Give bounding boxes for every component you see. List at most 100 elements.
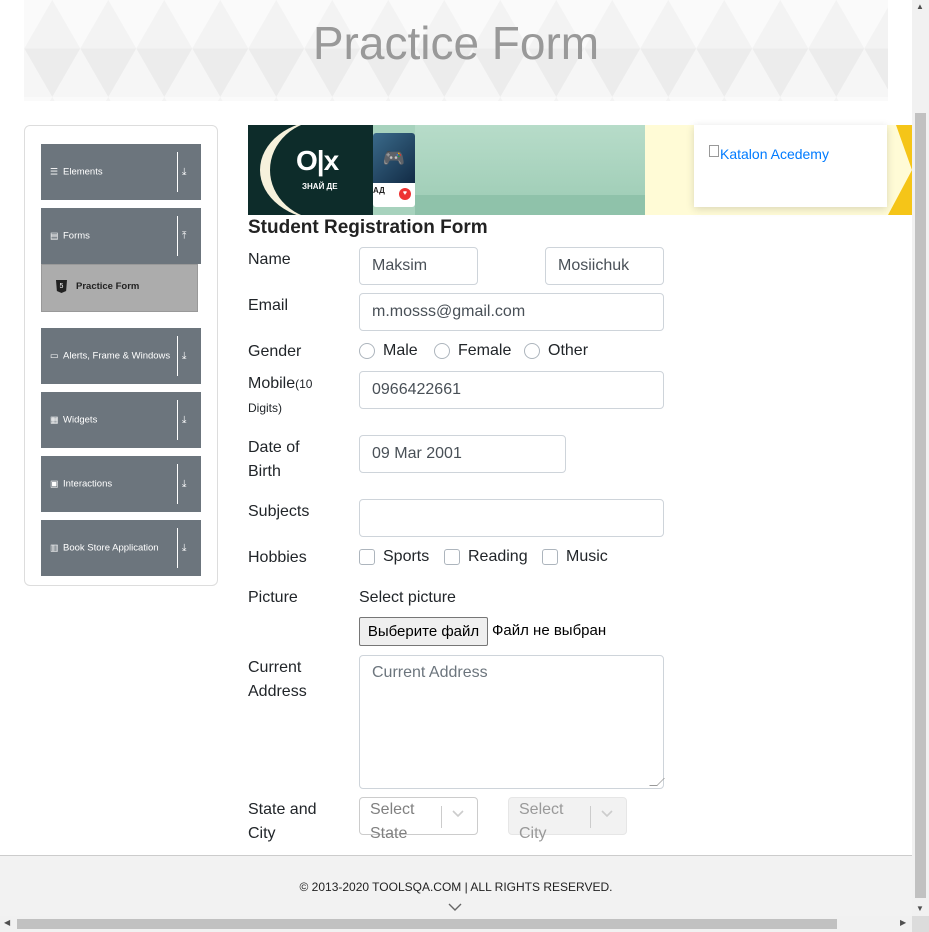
vertical-scroll-thumb[interactable] [915, 113, 926, 898]
resize-grip-icon[interactable] [649, 778, 665, 786]
expand-down-icon: ⤓ [182, 166, 187, 178]
heart-icon: ♥ [399, 188, 411, 200]
divider [177, 464, 178, 504]
ad-room-image [415, 125, 645, 215]
ad-product-card: 🎮 АД ♥ [373, 133, 415, 207]
grid-icon: ▦ [50, 414, 59, 425]
mobile-input[interactable]: 0966422661 [359, 371, 664, 409]
expand-down-icon: ⤓ [182, 414, 187, 426]
gender-other-label[interactable]: Other [548, 341, 588, 361]
vertical-scrollbar[interactable]: ▲ ▼ [912, 0, 929, 916]
sidebar-item-label: Practice Form [76, 281, 140, 292]
sidebar-group-label: Widgets [63, 414, 98, 426]
file-icon: ▤ [50, 230, 59, 241]
city-placeholder: Select City [519, 801, 564, 842]
horizontal-scrollbar[interactable]: ◀ ▶ [0, 916, 912, 932]
expand-down-icon: ⤓ [182, 350, 187, 362]
window-icon: ▭ [50, 350, 59, 361]
scrollbar-corner [912, 916, 929, 932]
divider [177, 152, 178, 192]
ad-tagline: ЗНАЙ ДЕ [302, 182, 338, 191]
gender-female-label[interactable]: Female [458, 341, 511, 361]
hobby-sports-label[interactable]: Sports [383, 547, 429, 567]
hobby-music-checkbox[interactable] [542, 549, 558, 565]
html5-icon: 5 [56, 280, 67, 293]
scroll-up-icon[interactable]: ▲ [916, 2, 924, 11]
collapse-up-icon: ⤒ [182, 230, 187, 242]
gender-label: Gender [248, 343, 302, 360]
dob-label: Date of Birth [248, 439, 300, 480]
subjects-label: Subjects [248, 503, 310, 520]
square-icon: ▣ [50, 478, 59, 489]
form-title: Student Registration Form [248, 217, 488, 238]
scroll-left-icon[interactable]: ◀ [4, 918, 10, 927]
city-select[interactable]: Select City [508, 797, 627, 842]
select-picture-text: Select picture [359, 589, 456, 606]
gender-female-radio[interactable] [434, 343, 450, 359]
sidebar-group-label: Forms [63, 230, 90, 242]
divider [177, 216, 178, 256]
state-select[interactable]: Select State [359, 797, 478, 842]
hobby-reading-label[interactable]: Reading [468, 547, 528, 567]
address-placeholder: Current Address [372, 664, 488, 681]
state-city-label: State and City [248, 801, 317, 842]
chevron-down-icon[interactable] [448, 902, 462, 912]
picture-label: Picture [248, 589, 298, 606]
hobby-music-label[interactable]: Music [566, 547, 608, 567]
divider [441, 806, 442, 828]
chevron-down-icon [452, 810, 464, 818]
mobile-label: Mobile(10 Digits) [248, 372, 338, 420]
mobile-label-text: Mobile [248, 375, 296, 392]
email-input[interactable]: m.mosss@gmail.com [359, 293, 664, 331]
email-label: Email [248, 297, 289, 314]
file-status-text: Файл не выбран [492, 622, 607, 639]
sidebar-group-interactions[interactable]: ▣ Interactions ⤓ [41, 456, 201, 512]
hobby-reading-checkbox[interactable] [444, 549, 460, 565]
sidebar-group-label: Alerts, Frame & Windows [63, 350, 171, 362]
sidebar-item-practice-form[interactable]: 5 Practice Form [41, 264, 198, 312]
olx-logo: O|x [296, 145, 339, 176]
hobby-sports-checkbox[interactable] [359, 549, 375, 565]
gamepad-icon: 🎮 [373, 133, 415, 183]
choose-file-button[interactable]: Выберите файл [359, 617, 488, 646]
current-address-textarea[interactable]: Current Address [359, 655, 665, 789]
sidebar-group-label: Elements [63, 166, 103, 178]
gender-male-label[interactable]: Male [383, 341, 418, 361]
state-placeholder: Select State [370, 801, 415, 842]
divider [590, 806, 591, 828]
divider [177, 528, 178, 568]
expand-down-icon: ⤓ [182, 478, 187, 490]
sidebar-group-label: Book Store Application [63, 542, 159, 554]
scroll-down-icon[interactable]: ▼ [916, 904, 924, 913]
sidebar-group-book-store[interactable]: ▥ Book Store Application ⤓ [41, 520, 201, 576]
address-label: Current Address [248, 659, 307, 700]
hobbies-label: Hobbies [248, 549, 307, 566]
sidebar-group-elements[interactable]: ☰ Elements ⤓ [41, 144, 201, 200]
scroll-right-icon[interactable]: ▶ [900, 918, 906, 927]
ad-brand-panel: O|x ЗНАЙ ДЕ [248, 125, 373, 215]
katalon-link[interactable]: Katalon Acedemy [709, 145, 829, 162]
gender-male-radio[interactable] [359, 343, 375, 359]
horizontal-scroll-thumb[interactable] [17, 919, 837, 929]
books-icon: ▥ [50, 542, 59, 553]
katalon-alt-text: Katalon Acedemy [720, 146, 829, 162]
page-title: Practice Form [312, 17, 600, 69]
header-banner: Practice Form [24, 0, 888, 101]
chevron-down-icon [601, 810, 613, 818]
footer: © 2013-2020 TOOLSQA.COM | ALL RIGHTS RES… [0, 855, 912, 916]
sidebar-group-alerts[interactable]: ▭ Alerts, Frame & Windows ⤓ [41, 328, 201, 384]
expand-down-icon: ⤓ [182, 542, 187, 554]
name-label: Name [248, 251, 291, 268]
divider [177, 336, 178, 376]
dob-input[interactable]: 09 Mar 2001 [359, 435, 566, 473]
broken-image-icon [709, 145, 719, 157]
sidebar-group-forms[interactable]: ▤ Forms ⤒ [41, 208, 201, 264]
subjects-input[interactable] [359, 499, 664, 537]
gender-other-radio[interactable] [524, 343, 540, 359]
sidebar-group-widgets[interactable]: ▦ Widgets ⤓ [41, 392, 201, 448]
first-name-input[interactable]: Maksim [359, 247, 478, 285]
last-name-input[interactable]: Mosiichuk [545, 247, 664, 285]
sidebar-group-label: Interactions [63, 478, 113, 490]
divider [177, 400, 178, 440]
page-viewport: Practice Form ☰ Elements ⤓ ▤ Forms ⤒ 5 P… [0, 0, 912, 916]
